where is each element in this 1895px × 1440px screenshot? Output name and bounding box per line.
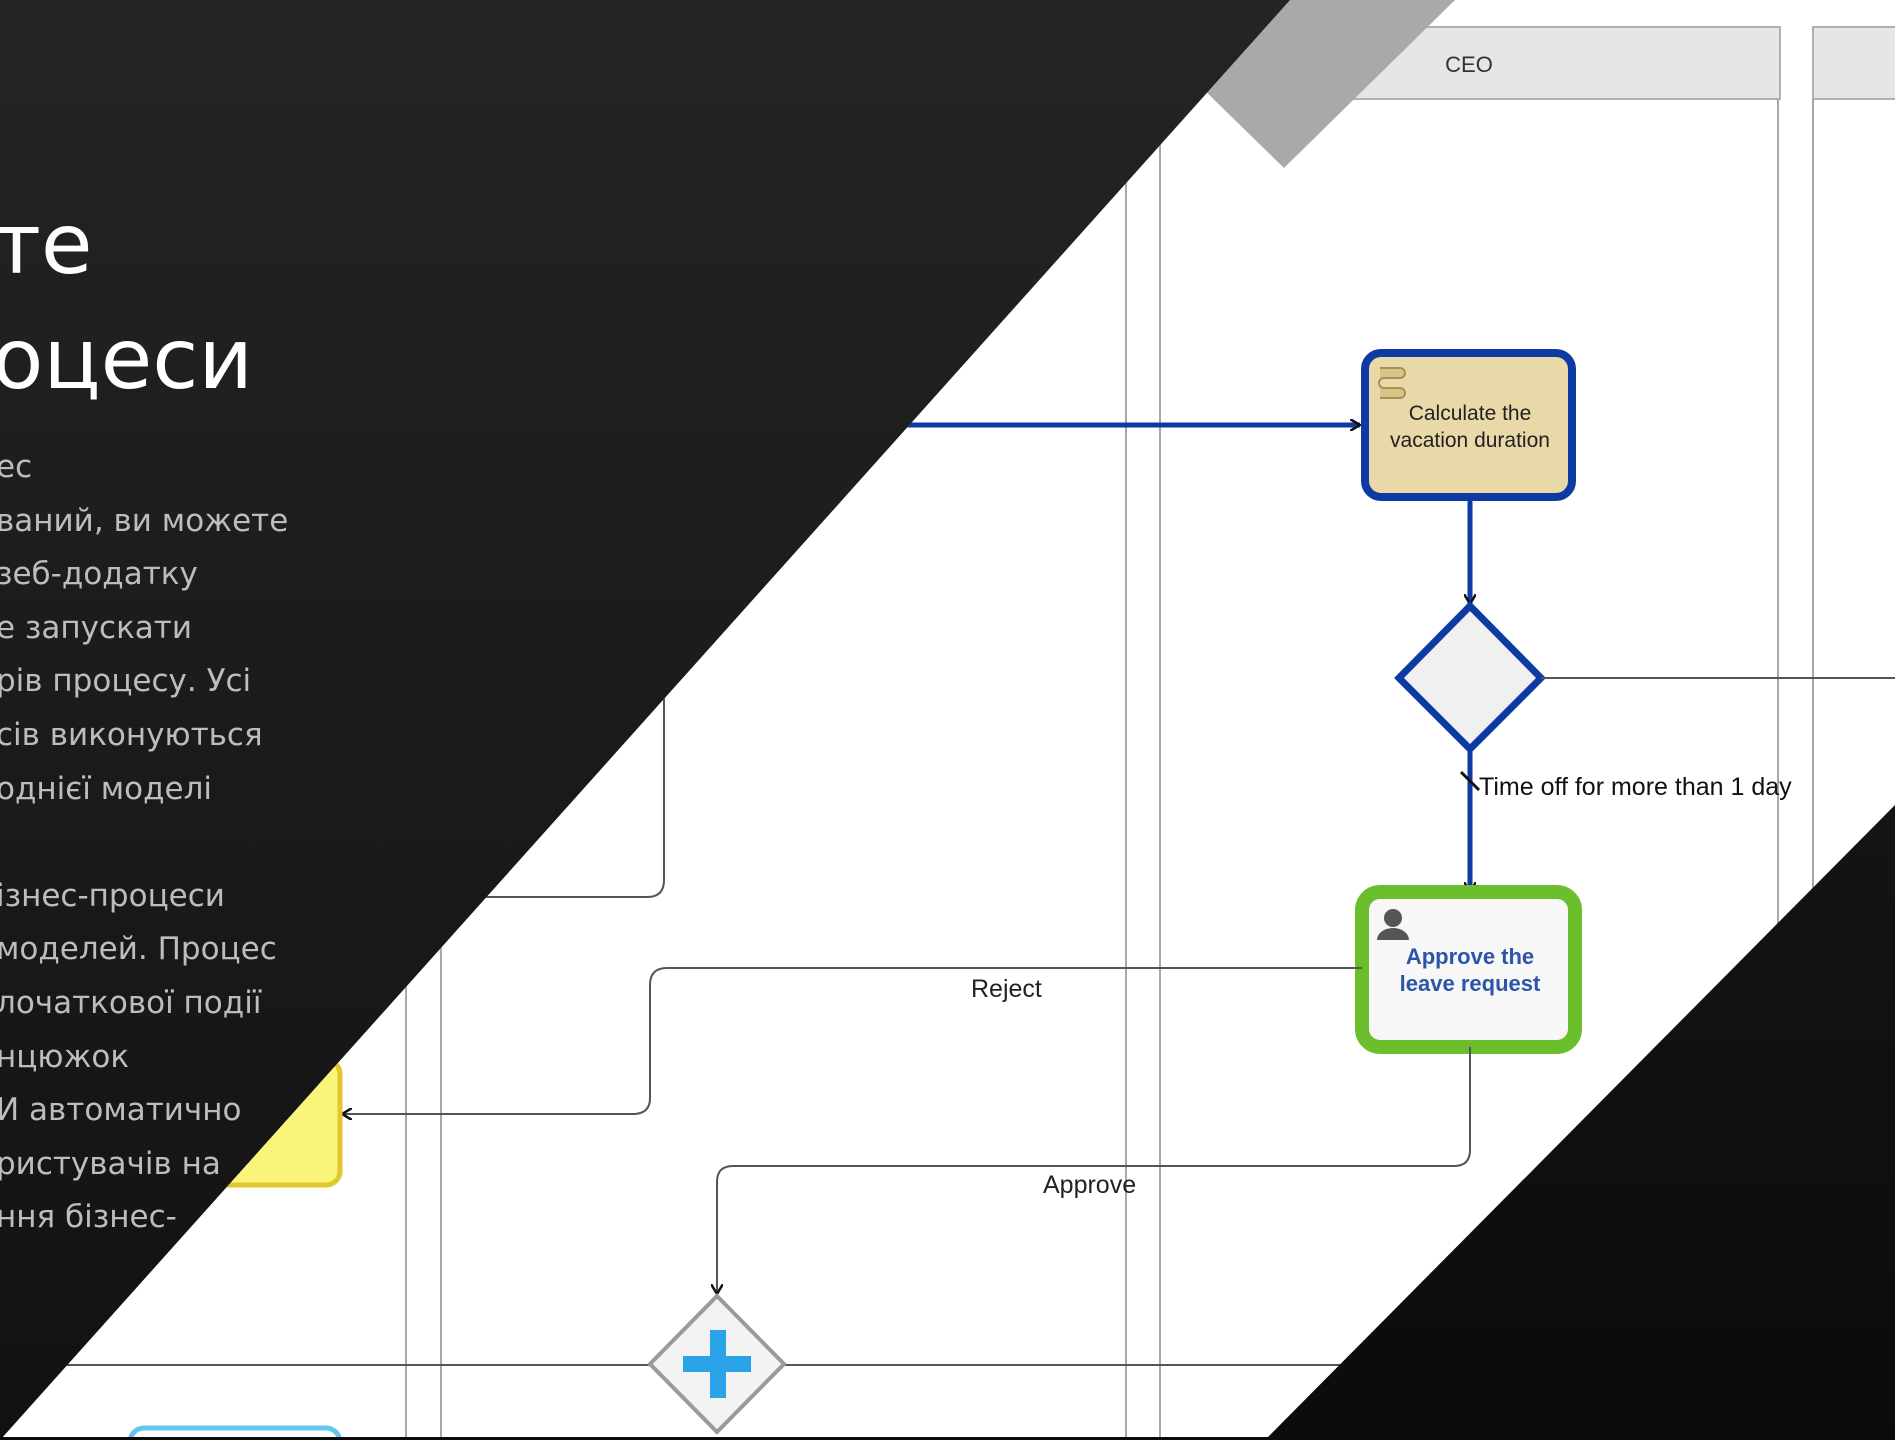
slide-body-line: ристувачів на <box>0 1146 221 1182</box>
slide-body-line: нцюжок <box>0 1039 130 1075</box>
slide-body-line: рів процесу. Усі <box>0 663 252 699</box>
slide-body-line: моделей. Процес <box>0 931 277 967</box>
dark-panels <box>0 0 1895 1440</box>
slide-body-line: лочаткової події <box>0 985 262 1021</box>
dark-bottom-right-panel <box>1265 805 1895 1440</box>
slide-body-line: е запускати <box>0 610 192 646</box>
slide-body-line: ес <box>0 449 33 485</box>
slide-body-line: сів виконуються <box>0 717 263 753</box>
slide-body-line: ваний, ви можете <box>0 503 289 539</box>
slide-title-line: оцеси <box>0 310 254 408</box>
slide-body-line: ізнес-процеси <box>0 878 225 914</box>
slide-body-line: зеб-додатку <box>0 556 198 592</box>
slide-body-line: однієї моделі <box>0 771 213 807</box>
slide-body-line: ння бізнес- <box>0 1199 177 1235</box>
slide: CEO Calculate the vacation duration Time… <box>0 0 1895 1440</box>
slide-title-line: те <box>0 195 93 293</box>
slide-body-line: И автоматично <box>0 1092 242 1128</box>
